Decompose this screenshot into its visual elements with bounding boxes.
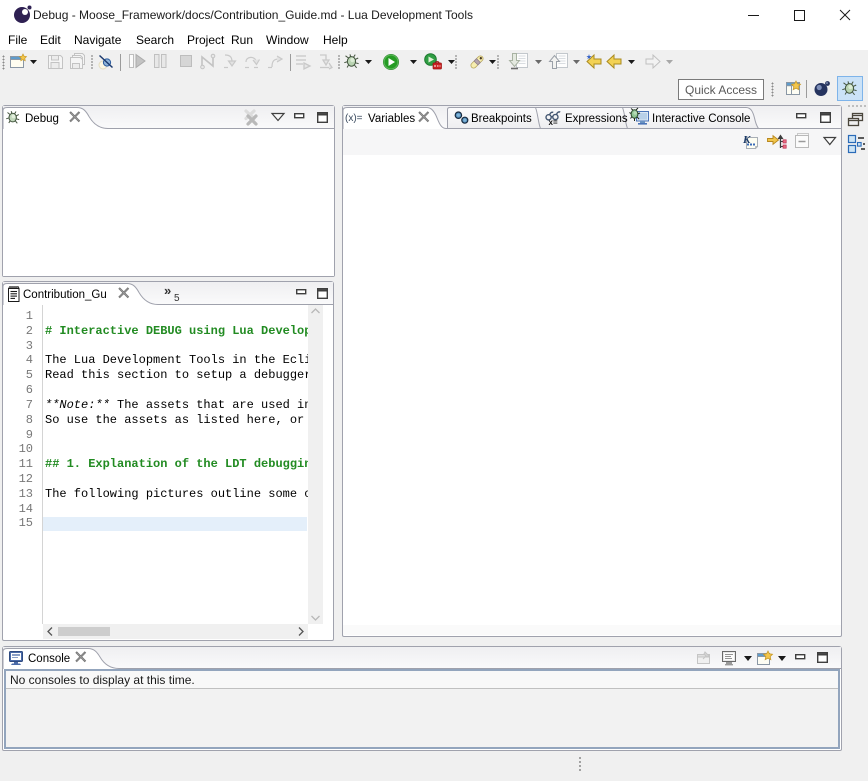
svg-text:»: »: [164, 283, 171, 298]
svg-text:x=: x=: [549, 118, 558, 127]
svg-text:Interactive Console: Interactive Console: [652, 113, 750, 125]
svg-text:Variables: Variables: [368, 113, 415, 125]
svg-text:Debug: Debug: [25, 113, 59, 125]
svg-text:Expressions: Expressions: [565, 113, 628, 125]
svg-text:K: K: [742, 134, 751, 146]
svg-text:Contribution_Gu: Contribution_Gu: [23, 289, 107, 301]
svg-text:5: 5: [174, 293, 180, 304]
svg-text:Breakpoints: Breakpoints: [471, 113, 532, 125]
svg-text:Console: Console: [28, 653, 70, 665]
svg-text:(x)=: (x)=: [345, 113, 363, 124]
